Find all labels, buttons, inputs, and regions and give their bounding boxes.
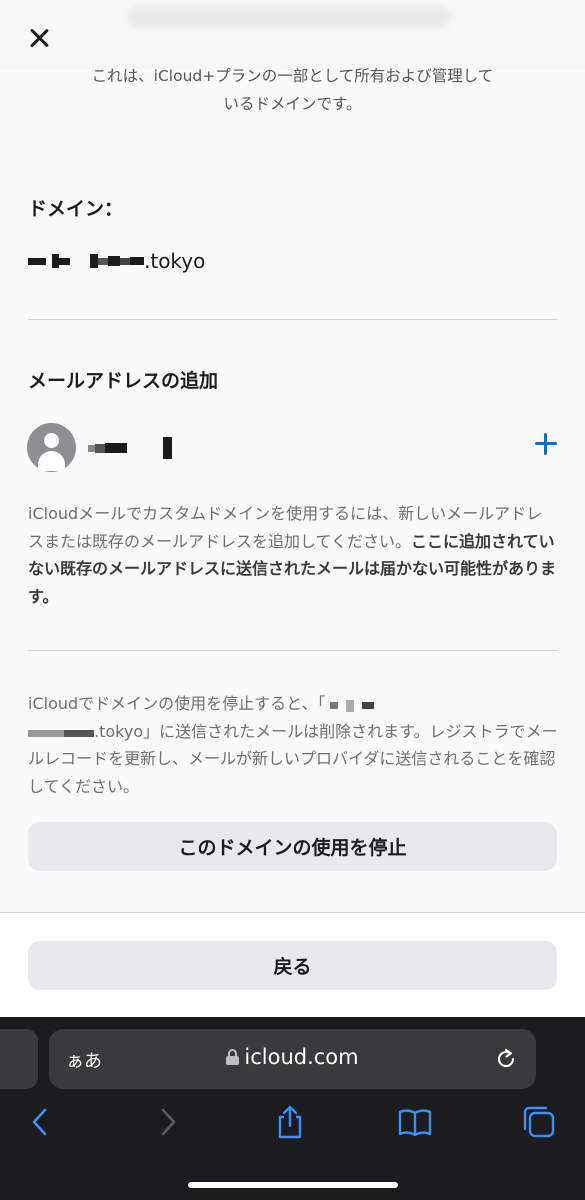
intro-line-1: これは、iCloud+プランの一部として所有および管理して — [91, 67, 494, 85]
intro-line-2: いるドメインです。 — [223, 95, 362, 113]
redacted-domain-inline — [329, 699, 374, 712]
domain-name: .tokyo — [28, 246, 205, 276]
intro-text: これは、iCloud+プランの一部として所有および管理して いるドメインです。 — [40, 62, 545, 118]
footer-separator — [0, 912, 585, 913]
add-email-title: メールアドレスの追加 — [28, 370, 219, 392]
sheet-header — [0, 0, 585, 70]
lock-icon — [226, 1049, 240, 1065]
domain-label: ドメイン： — [28, 198, 124, 220]
domain-settings-sheet: これは、iCloud+プランの一部として所有および管理して いるドメインです。 … — [0, 0, 585, 913]
redacted-domain-inline-2 — [28, 729, 94, 737]
close-icon[interactable] — [26, 25, 52, 51]
previous-tab[interactable] — [0, 1029, 38, 1089]
stop-domain-info: iCloudでドメインの使用を停止すると、「 .tokyo」に送信されたメールは… — [28, 690, 558, 800]
divider — [28, 650, 557, 651]
blurred-title — [128, 6, 450, 28]
bookmarks-icon[interactable] — [397, 1104, 433, 1140]
home-indicator — [188, 1182, 398, 1188]
redacted-email-address[interactable] — [88, 436, 172, 460]
add-address-plus-icon[interactable] — [532, 430, 560, 458]
redacted-domain — [28, 254, 144, 268]
url-text[interactable]: icloud.com — [49, 1045, 536, 1069]
back-chevron-icon[interactable] — [22, 1104, 58, 1140]
share-icon[interactable] — [272, 1104, 308, 1140]
address-bar[interactable]: ぁあ icloud.com — [49, 1029, 536, 1089]
back-button[interactable]: 戻る — [28, 941, 557, 990]
divider — [28, 319, 557, 320]
forward-chevron-icon[interactable] — [150, 1104, 186, 1140]
stop-info-prefix: iCloudでドメインの使用を停止すると、「 — [28, 694, 326, 713]
reload-icon[interactable] — [493, 1046, 519, 1072]
avatar — [27, 423, 76, 472]
stop-using-domain-button[interactable]: このドメインの使用を停止 — [28, 822, 557, 871]
stop-info-domain-suffix: .tokyo」 — [94, 721, 160, 741]
domain-suffix: .tokyo — [144, 249, 206, 273]
custom-domain-info: iCloudメールでカスタムドメインを使用するには、新しいメールアドレスまたは既… — [28, 500, 558, 610]
tabs-icon[interactable] — [521, 1104, 557, 1140]
url-domain: icloud.com — [244, 1045, 359, 1069]
